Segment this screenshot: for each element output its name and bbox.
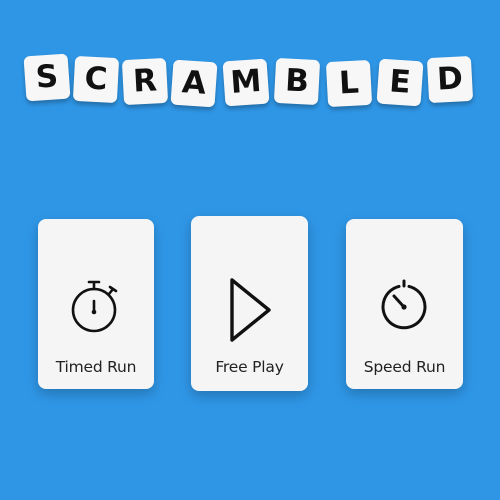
speed-run-button[interactable]: Speed Run — [346, 219, 463, 389]
title-tile: R — [121, 57, 169, 106]
title-tile: E — [376, 58, 424, 107]
title-letter: E — [388, 63, 412, 101]
title-tile: S — [23, 53, 71, 102]
free-play-label: Free Play — [215, 358, 284, 376]
title-tile: A — [170, 59, 218, 108]
title-tile: B — [273, 57, 321, 106]
title-tile: L — [325, 59, 373, 108]
title-letter: A — [180, 64, 208, 102]
title-letter: M — [229, 62, 263, 102]
play-icon — [191, 276, 308, 344]
timed-run-button[interactable]: Timed Run — [38, 219, 154, 389]
title-letter: L — [338, 64, 360, 102]
title-tile: D — [426, 55, 474, 104]
title-tile: C — [72, 55, 120, 104]
title-letter: R — [132, 62, 158, 100]
title-tile: M — [222, 58, 270, 107]
game-menu-screen: S C R A M B L E D Timed Run Free Play Sp… — [0, 0, 500, 500]
title-letter: D — [436, 60, 464, 98]
title-letter: C — [83, 60, 109, 98]
timed-run-label: Timed Run — [55, 358, 137, 376]
free-play-button[interactable]: Free Play — [191, 216, 308, 391]
title-letter: B — [284, 62, 310, 100]
speed-timer-icon — [346, 277, 463, 333]
stopwatch-icon — [38, 277, 154, 337]
speed-run-label: Speed Run — [363, 358, 446, 376]
title-letter: S — [34, 58, 60, 96]
